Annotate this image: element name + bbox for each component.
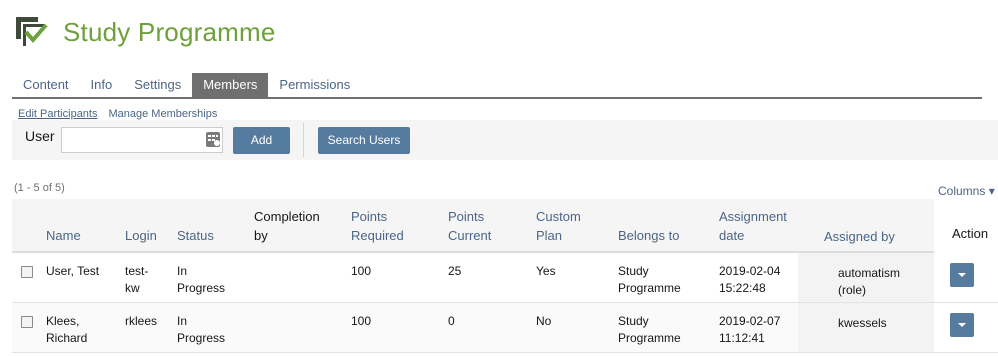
cell-login-line1: rklees [125,314,158,328]
tab-content[interactable]: Content [12,73,80,97]
header-name[interactable]: Name [46,226,81,245]
row-checkbox[interactable] [21,266,33,278]
header-points-required-line2: Required [351,228,404,243]
subtab-edit-participants[interactable]: Edit Participants [18,108,97,120]
row-action-dropdown-button[interactable] [950,263,974,287]
toolbar: User Add Search Users [12,120,998,160]
cell-name-line1: User, Test [46,264,100,278]
user-search-icon[interactable] [205,131,221,148]
cell-date-line1: 2019-02-04 [719,264,781,278]
cell-assigned-by: automatism (role) [838,265,900,299]
header-points-required[interactable]: Points Required [351,207,404,245]
header-assigned-by[interactable]: Assigned by [824,227,895,246]
header-action: Action [952,226,989,241]
cell-custom-plan: Yes [536,264,556,278]
row-action-dropdown-button[interactable] [950,313,974,337]
table-header: Name Login Status Completion by Points Req… [12,199,998,253]
cell-points-current: 0 [448,314,455,328]
cell-assigned-line2: (role) [838,283,867,297]
page-header: Study Programme [14,12,276,52]
cell-belongs-line1: Study [618,314,649,328]
header-points-current[interactable]: Points Current [448,207,491,245]
cell-status: In Progress [177,263,225,297]
cell-status: In Progress [177,313,225,347]
header-belongs-to[interactable]: Belongs to [618,226,679,245]
toolbar-divider [303,123,304,157]
tab-settings[interactable]: Settings [123,73,192,97]
cell-date-line2: 15:22:48 [719,281,766,295]
tab-permissions[interactable]: Permissions [268,73,361,97]
header-custom-plan-line2: Plan [536,228,563,243]
table-row: User, Test test-kw In Progress 100 25 Yes… [12,253,998,303]
header-points-current-line2: Current [448,228,492,243]
cell-status-line1: In [177,314,188,328]
cell-points-required: 100 [351,264,372,278]
cell-status-line2: Progress [177,281,226,295]
members-table: Name Login Status Completion by Points Req… [12,199,998,353]
result-count: (1 - 5 of 5) [14,182,65,194]
header-completion-line1: Completion [254,209,320,224]
user-input[interactable] [61,127,223,153]
cell-status-line1: In [177,264,188,278]
header-login[interactable]: Login [125,226,157,245]
columns-dropdown[interactable]: Columns ▾ [938,184,995,198]
cell-belongs-line1: Study [618,264,649,278]
page-title: Study Programme [63,16,276,47]
add-button[interactable]: Add [233,127,290,154]
header-assignment-date[interactable]: Assignment date [719,207,787,245]
cell-points-required: 100 [351,314,372,328]
header-points-required-line1: Points [351,209,388,224]
cell-login-line1: test- [125,264,149,278]
tab-members[interactable]: Members [192,73,269,97]
cell-login-line2: kw [125,281,140,295]
cell-name: User, Test [46,263,99,280]
cell-belongs-line2: Programme [618,331,681,345]
cell-login: rklees [125,313,157,330]
cell-name: Klees, Richard [46,313,87,347]
tab-bar: Content Info Settings Members Permission… [12,73,982,99]
row-checkbox[interactable] [21,316,33,328]
header-custom-plan-line1: Custom [536,209,581,224]
header-completion-line2: by [254,228,268,243]
chevron-down-icon: ▾ [988,184,995,198]
tab-info[interactable]: Info [80,73,124,97]
header-assignment-date-line2: date [719,228,745,243]
cell-date-line1: 2019-02-07 [719,314,781,328]
cell-belongs-to: Study Programme [618,263,681,297]
cell-name-line1: Klees, [46,314,80,328]
header-points-current-line1: Points [448,209,485,224]
user-label: User [25,128,55,144]
header-completion-by: Completion by [254,207,320,245]
header-assignment-date-line1: Assignment [719,209,787,224]
cell-date-line2: 11:12:41 [719,331,765,345]
cell-points-current: 25 [448,264,462,278]
cell-custom-plan: No [536,314,552,328]
cell-belongs-to: Study Programme [618,313,681,347]
cell-login: test-kw [125,263,148,297]
columns-label: Columns [938,184,986,198]
cell-assigned-line1: automatism [838,266,901,280]
cell-assigned-line1: kwessels [838,316,887,330]
header-action-cell: Action [934,199,998,253]
header-custom-plan[interactable]: Custom Plan [536,207,581,245]
sub-tab-bar: Edit Participants Manage Memberships [18,108,228,120]
cell-name-line2: Richard [46,331,88,345]
cell-assigned-by: kwessels [838,315,887,332]
study-programme-icon [14,15,48,49]
search-users-button[interactable]: Search Users [318,127,410,154]
cell-assignment-date: 2019-02-04 15:22:48 [719,263,780,297]
cell-assignment-date: 2019-02-07 11:12:41 [719,313,780,347]
header-status[interactable]: Status [177,226,214,245]
table-row: Klees, Richard rklees In Progress 100 0 No… [12,303,998,353]
cell-status-line2: Progress [177,331,226,345]
cell-belongs-line2: Programme [618,281,681,295]
subtab-manage-memberships[interactable]: Manage Memberships [108,108,217,120]
